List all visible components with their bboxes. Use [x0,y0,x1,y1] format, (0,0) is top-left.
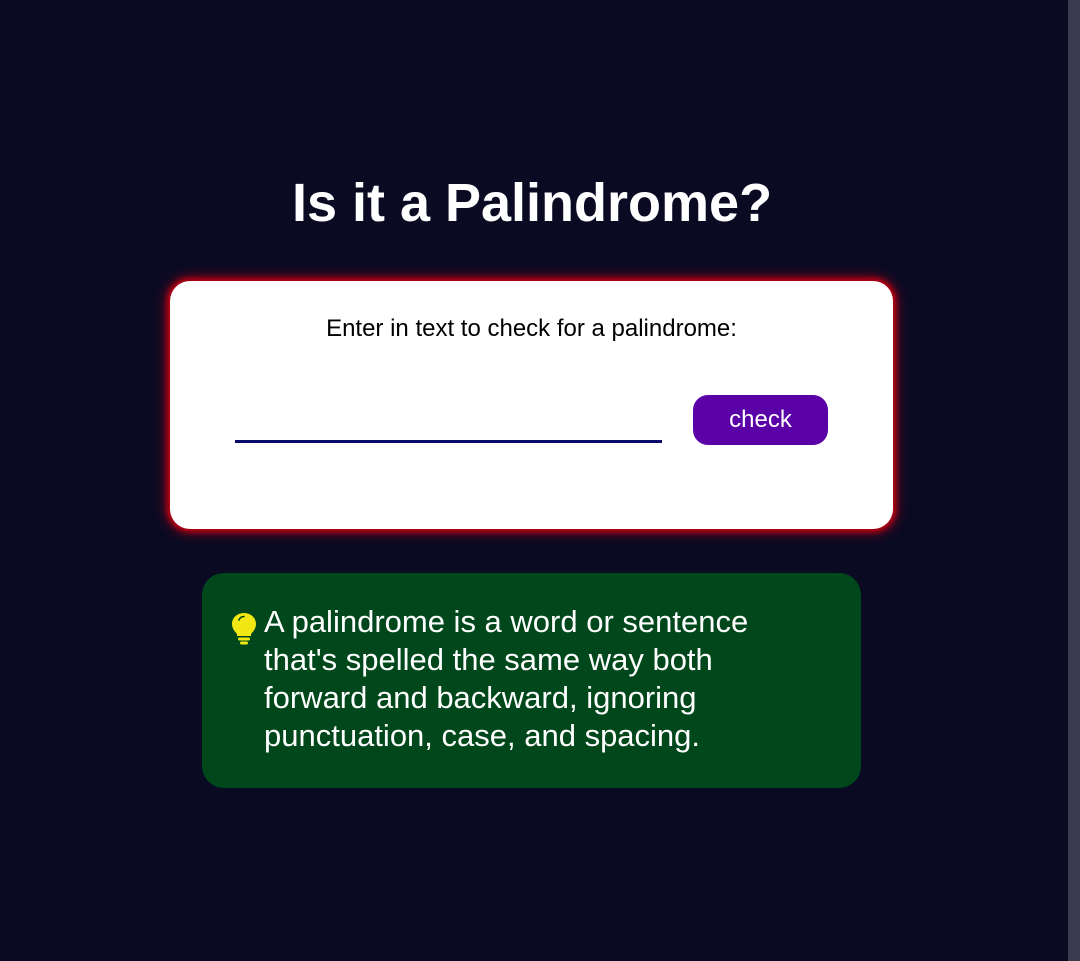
palindrome-definition-box: A palindrome is a word or sentence that'… [202,573,861,788]
palindrome-definition-text: A palindrome is a word or sentence that'… [264,604,749,753]
page-title: Is it a Palindrome? [291,173,773,233]
text-input[interactable] [235,407,662,443]
check-button[interactable]: check [693,395,828,445]
palindrome-checker-card: Enter in text to check for a palindrome:… [170,281,893,529]
page-scrollbar[interactable] [1068,0,1080,961]
lightbulb-icon [230,611,258,645]
text-input-label: Enter in text to check for a palindrome: [326,315,737,342]
